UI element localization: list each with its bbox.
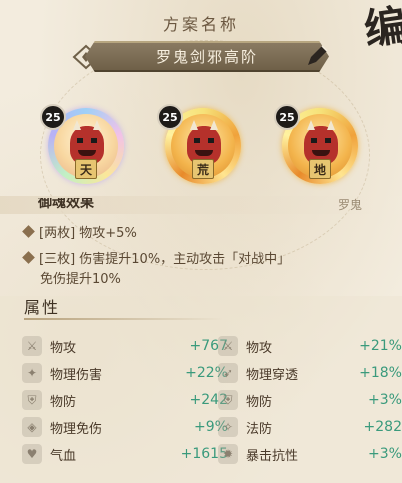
effect-item: [两枚] 物攻+5%	[22, 224, 137, 244]
stat-row: ➶ 物理穿透 +18%	[218, 362, 402, 384]
stat-row: ♥ 气血 +1615	[22, 443, 228, 465]
diamond-bullet-icon	[22, 251, 35, 264]
effect-section-header: 御魂效果 罗鬼	[0, 196, 402, 214]
stat-row: ⚔ 物攻 +21%	[218, 335, 402, 357]
attributes-title: 属性	[24, 298, 61, 317]
soul-position-tag: 荒	[192, 159, 214, 179]
soul-position-tag: 地	[309, 159, 331, 179]
stat-name: 物理穿透	[246, 367, 299, 383]
scheme-name-bar[interactable]: 罗鬼剑邪高阶	[85, 41, 329, 72]
stat-name: 物防	[50, 394, 77, 410]
stat-row: ⛨ 物防 +3%	[218, 389, 402, 411]
effect-line-continued: 免伤提升10%	[40, 272, 121, 287]
stat-name: 物理伤害	[50, 367, 103, 383]
stat-name: 物攻	[246, 340, 273, 356]
stat-value: +21%	[359, 338, 402, 354]
heart-icon: ♥	[22, 444, 42, 464]
soul-slot-heaven[interactable]: 25 天	[40, 104, 124, 184]
stat-name: 法防	[246, 421, 273, 437]
stat-row: ◈ 物理免伤 +9%	[22, 416, 228, 438]
diamond-bullet-icon	[22, 225, 35, 238]
shield-icon: ⛨	[22, 390, 42, 410]
scheme-label: 方案名称	[162, 15, 239, 34]
stat-row: ✧ 法防 +282	[218, 416, 402, 438]
title-underline	[24, 318, 224, 320]
soul-slot-earth[interactable]: 25 地	[274, 104, 358, 184]
stat-row: ⚔ 物攻 +767	[22, 335, 228, 357]
stat-value: +18%	[359, 365, 402, 381]
soul-level-badge: 25	[274, 104, 300, 130]
scheme-name: 罗鬼剑邪高阶	[155, 48, 258, 66]
soul-slot-wild[interactable]: 25 荒	[157, 104, 241, 184]
soul-position-tag: 天	[75, 159, 97, 179]
edit-name-button[interactable]	[303, 40, 333, 70]
stat-row: ✹ 暴击抗性 +3%	[218, 443, 402, 465]
stat-name: 气血	[50, 448, 77, 464]
stat-value: +242	[189, 392, 228, 408]
soul-level-badge: 25	[40, 104, 66, 130]
stat-name: 物防	[246, 394, 273, 410]
sword-icon: ⚔	[22, 336, 42, 356]
soul-level-badge: 25	[157, 104, 183, 130]
crit-resist-icon: ✹	[218, 444, 238, 464]
damage-icon: ✦	[22, 363, 42, 383]
effect-item: [三枚] 伤害提升10%，主动攻击「对战中」 免伤提升10%	[22, 250, 291, 290]
stat-name: 物理免伤	[50, 421, 103, 437]
pencil-icon	[308, 45, 328, 65]
stat-value: +9%	[194, 419, 228, 435]
effect-line: [三枚] 伤害提升10%，主动攻击「对战中」	[39, 252, 291, 267]
reduction-icon: ◈	[22, 417, 42, 437]
stat-row: ⛨ 物防 +242	[22, 389, 228, 411]
stat-value: +3%	[368, 446, 402, 462]
shield-icon: ⛨	[218, 390, 238, 410]
stat-name: 物攻	[50, 340, 77, 356]
stat-name: 暴击抗性	[246, 448, 299, 464]
stat-value: +282	[363, 419, 402, 435]
stat-value: +767	[189, 338, 228, 354]
stat-value: +3%	[368, 392, 402, 408]
pierce-icon: ➶	[218, 363, 238, 383]
stat-value: +1615	[180, 446, 228, 462]
stat-value: +22%	[185, 365, 228, 381]
effect-line: [两枚] 物攻+5%	[39, 226, 137, 241]
stat-row: ✦ 物理伤害 +22%	[22, 362, 228, 384]
sword-icon: ⚔	[218, 336, 238, 356]
effect-header-tag: 罗鬼	[337, 198, 362, 212]
magic-shield-icon: ✧	[218, 417, 238, 437]
